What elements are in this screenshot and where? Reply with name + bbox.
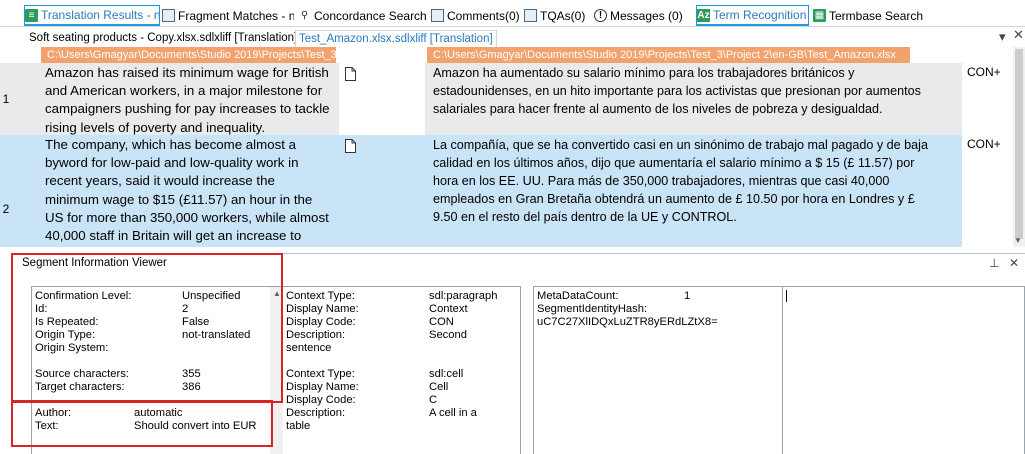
context-type-value: sdl:paragraph [429,290,498,302]
source-line: campaigners pushing for pay increases to… [45,101,330,117]
source-cell[interactable]: The company, which has become almost a b… [45,136,333,245]
confirmation-column [962,135,1013,247]
tab-label: Messages (0) [610,8,683,23]
document-icon [345,67,356,81]
source-line: Amazon has raised its minimum wage for B… [45,65,329,80]
termbase-search-icon: ▦ [813,9,826,22]
doc-tab-soft-seating[interactable]: Soft seating products - Copy.xlsx.sdlxli… [29,30,297,47]
tab-label: Concordance Search [314,8,426,23]
description-label: Description: [286,329,346,341]
text-caret [786,290,787,302]
pin-icon[interactable]: ⊥ [989,256,999,270]
notes-input[interactable] [783,286,1025,454]
tab-messages[interactable]: ! Messages (0) [594,5,686,26]
scrollbar-thumb[interactable] [1015,49,1023,239]
tab-fragment-matches[interactable]: Fragment Matches - n... [162,5,294,26]
description-value: A cell in a [429,407,477,419]
fragment-matches-icon [162,9,175,22]
document-tabbar: Soft seating products - Copy.xlsx.sdlxli… [0,27,1025,47]
display-name-value: Context [429,303,468,315]
display-code-label: Display Code: [286,394,356,406]
target-line: 9.50 en el resto del país dentro de la U… [433,210,737,224]
editor-grid: C:\Users\Gmagyar\Documents\Studio 2019\P… [0,47,1025,247]
description-value: Second [429,329,467,341]
tab-concordance-search[interactable]: ⚲ Concordance Search [298,5,426,26]
metadata-count-label: MetaDataCount: [537,290,619,302]
close-document-icon[interactable]: ✕ [1013,27,1024,43]
context-info-box[interactable]: Context Type: sdl:paragraph Display Name… [283,286,521,454]
tab-tqas[interactable]: TQAs(0) [524,5,594,26]
scroll-down-arrow-icon[interactable]: ▼ [1014,236,1022,245]
display-code-value: CON [429,316,454,328]
tab-list-dropdown-icon[interactable]: ▾ [999,29,1006,45]
doc-tab-test-amazon[interactable]: Test_Amazon.xlsx.sdlxliff [Translation] [295,30,497,47]
highlight-box-comment [11,400,273,447]
target-line: estadounidenses, en un hito importante p… [433,84,921,98]
segment-number: 1 [2,92,10,106]
description-continued: table [286,420,311,432]
tab-term-recognition[interactable]: Az Term Recognition [696,5,809,26]
target-line: calidad en los últimos años, dijo que au… [433,156,915,170]
term-recognition-icon: Az [697,8,710,22]
tab-comments[interactable]: Comments(0) [431,5,523,26]
target-cell[interactable]: Amazon ha aumentado su salario mínimo pa… [433,64,958,118]
close-panel-icon[interactable]: ✕ [1009,256,1019,270]
confirmation-status: CON+ [967,65,1001,79]
segment-hash-label: SegmentIdentityHash: [537,303,648,315]
context-type-label: Context Type: [286,290,355,302]
display-code-value: C [429,394,438,406]
segment-hash-value: uC7C27XlIDQxLuZTR8yERdLZtX8= [537,316,718,328]
source-line: byword for low-paid and low-quality work… [45,155,299,171]
context-type-label: Context Type: [286,368,355,380]
display-name-label: Display Name: [286,303,359,315]
source-line: The company, which has become almost a [45,137,297,152]
tab-label: Comments(0) [447,8,520,23]
segment-row[interactable]: 1 Amazon has raised its minimum wage for… [0,63,1013,135]
tab-label: Term Recognition [713,8,807,22]
app-root: ≡ Translation Results - n... Fragment Ma… [0,0,1025,454]
source-cell[interactable]: Amazon has raised its minimum wage for B… [45,64,333,137]
target-cell[interactable]: La compañía, que se ha convertido casi e… [433,136,958,226]
tab-translation-results[interactable]: ≡ Translation Results - n... [24,5,160,26]
tab-label: Termbase Search [829,8,924,23]
tab-label: Fragment Matches - n... [178,8,294,23]
highlight-box-panel-header [11,253,283,403]
tqa-icon [524,9,537,22]
context-type-value: sdl:cell [429,368,464,380]
description-label: Description: [286,407,346,419]
metadata-box[interactable]: MetaDataCount: 1 SegmentIdentityHash: uC… [533,286,783,454]
source-file-path-bar: C:\Users\Gmagyar\Documents\Studio 2019\P… [41,47,336,63]
tab-label: TQAs(0) [540,8,586,23]
display-name-value: Cell [429,381,449,393]
confirmation-status: CON+ [967,137,1001,151]
info-icon: ! [594,9,607,22]
editor-vertical-scrollbar[interactable]: ▼ [1013,47,1025,247]
source-line: 40,000 staff in Britain will get an incr… [45,228,302,244]
source-line: and American workers, in a major milesto… [45,83,323,99]
tab-termbase-search[interactable]: ▦ Termbase Search [813,5,928,26]
target-file-path-bar: C:\Users\Gmagyar\Documents\Studio 2019\P… [427,47,910,63]
target-line: hora en los EE. UU. Para más de 350,000 … [433,174,890,188]
tool-window-tabbar: ≡ Translation Results - n... Fragment Ma… [0,4,1025,27]
document-icon [345,139,356,153]
display-code-label: Display Code: [286,316,356,328]
translation-results-icon: ≡ [25,8,38,22]
source-line: recent years, said it would increase the [45,173,275,189]
segment-number: 2 [2,202,10,216]
source-line: minimum wage to $15 (£11.57) an hour in … [45,191,313,207]
display-name-label: Display Name: [286,381,359,393]
concordance-icon: ⚲ [300,10,309,21]
segment-row-selected[interactable]: 2 The company, which has become almost a… [0,135,1013,247]
metadata-count-value: 1 [684,290,691,302]
target-line: salariales para hacer frente al aumento … [433,102,883,116]
comments-icon [431,9,444,22]
description-continued: sentence [286,342,332,354]
target-line: La compañía, que se ha convertido casi e… [433,138,928,152]
source-line: US for more than 350,000 workers, while … [45,209,329,225]
tab-label: Translation Results - n... [41,8,160,22]
target-line: empleados en Gran Bretaña obtendrá un au… [433,192,915,206]
target-line: Amazon ha aumentado su salario mínimo pa… [433,66,855,80]
